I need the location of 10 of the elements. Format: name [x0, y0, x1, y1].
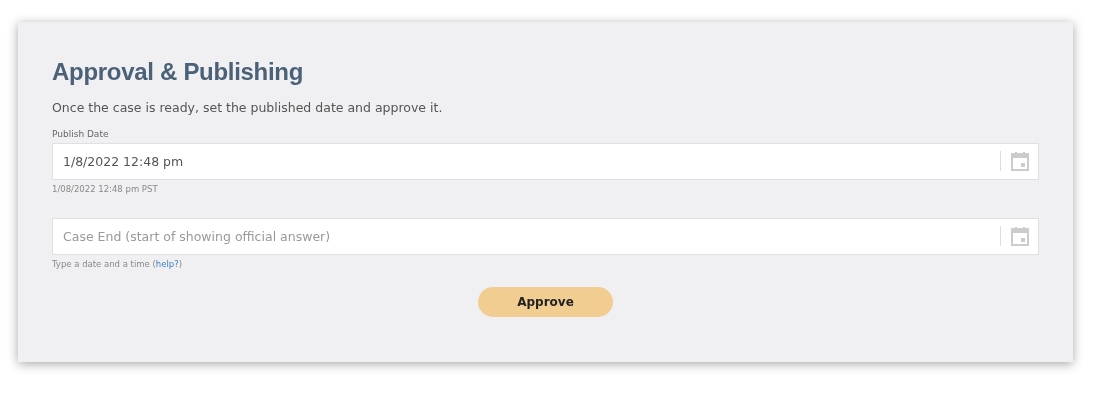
field-label: Publish Date	[52, 127, 110, 141]
approve-button[interactable]: Approve	[478, 286, 613, 317]
field-hint: 1/08/2022 12:48 pm PST	[52, 183, 159, 196]
panel-description: Once the case is ready, set the published date and approve it.	[52, 98, 444, 117]
panel-title: Approval & Publishing	[52, 58, 305, 87]
date-field[interactable]: Case End (start of showing official answer)	[52, 217, 1039, 255]
calendar-icon[interactable]	[1011, 225, 1029, 246]
date-field[interactable]: 1/8/2022 12:48 pm	[52, 143, 1039, 181]
calendar-icon[interactable]	[1011, 151, 1029, 172]
field-hint: Type a date and a time (help?)	[52, 257, 184, 271]
